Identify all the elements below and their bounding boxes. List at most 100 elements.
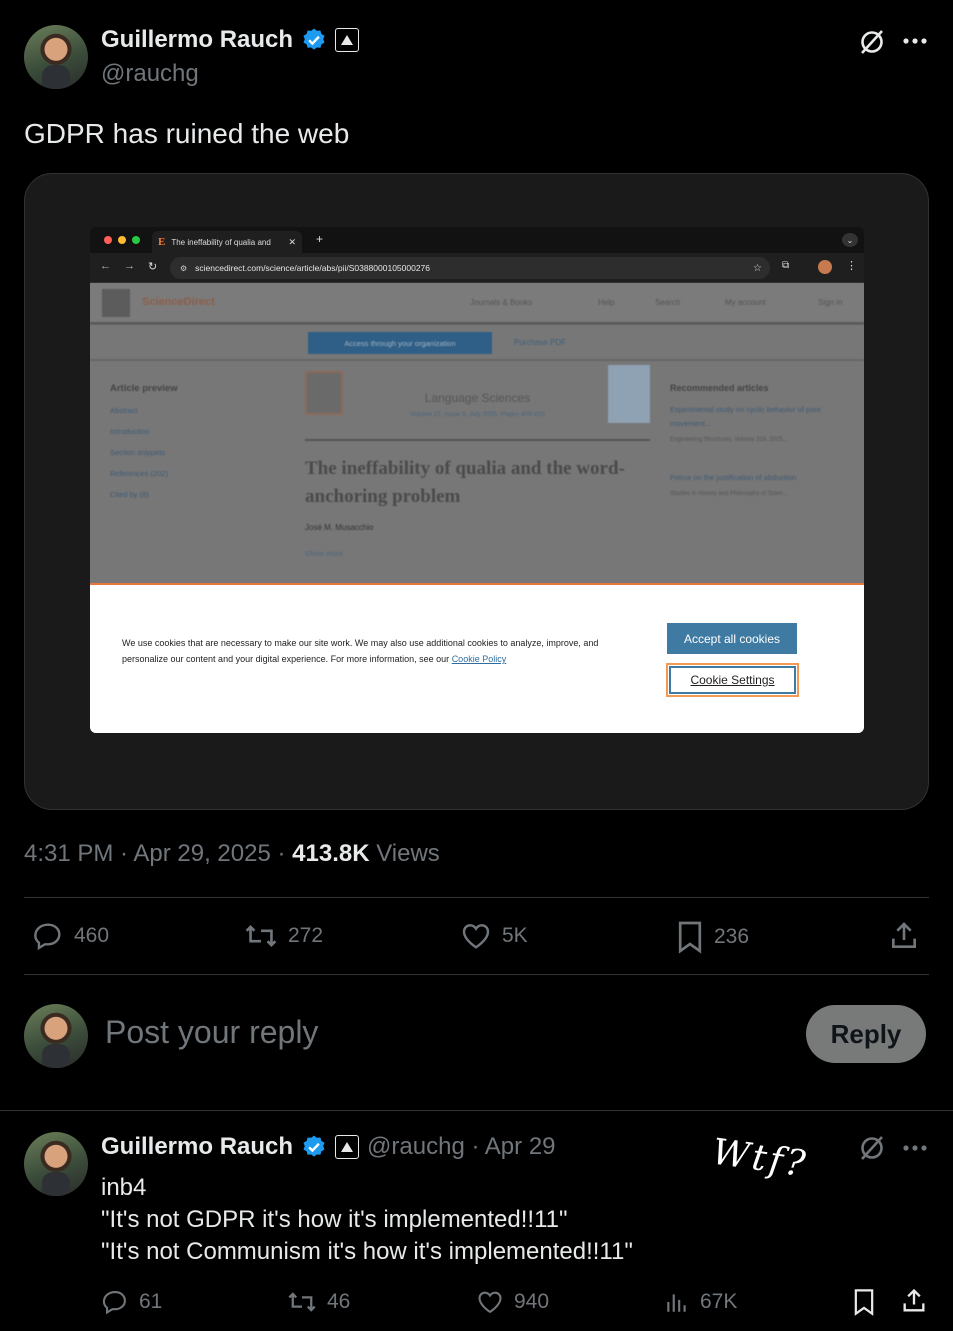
article-divider <box>305 439 650 441</box>
site-header: ScienceDirect Journals & Books Help Sear… <box>90 283 864 325</box>
sidebar-item-snippets[interactable]: Section snippets <box>110 448 280 457</box>
bookmark-action[interactable]: 236 <box>676 920 749 954</box>
cookie-banner: We use cookies that are necessary to mak… <box>90 583 864 733</box>
reply-reply-action[interactable]: 61 <box>101 1288 162 1316</box>
cookie-policy-link[interactable]: Cookie Policy <box>452 654 507 664</box>
site-nav-help[interactable]: Help <box>598 298 614 307</box>
grok-icon[interactable] <box>858 28 886 56</box>
reply-icon <box>34 923 61 951</box>
recommended-item-1[interactable]: Experimental study on cyclic behavior of… <box>670 403 850 431</box>
purchase-pdf-link[interactable]: Purchase PDF <box>514 338 566 347</box>
reply-repost-icon <box>288 1292 316 1312</box>
more-options-icon[interactable] <box>902 37 928 45</box>
reply-grok-icon[interactable] <box>858 1134 886 1162</box>
accept-cookies-button[interactable]: Accept all cookies <box>667 623 797 654</box>
sidebar-item-abstract[interactable]: Abstract <box>110 406 280 415</box>
reply-views-icon <box>667 1294 686 1312</box>
elsevier-logo-icon <box>102 289 130 317</box>
site-nav-account[interactable]: My account <box>725 298 766 307</box>
address-bar[interactable]: ⚙ sciencedirect.com/science/article/abs/… <box>170 257 770 279</box>
cookie-settings-button[interactable]: Cookie Settings <box>666 663 799 697</box>
sidebar-title: Article preview <box>110 383 178 394</box>
access-button[interactable]: Access through your organization <box>308 332 492 354</box>
reply-verified-badge-icon <box>301 1134 327 1160</box>
article-title: The ineffability of qualia and the word-… <box>305 458 625 507</box>
reply-line-2: "It's not GDPR it's how it's implemented… <box>101 1206 568 1233</box>
reload-icon[interactable]: ↻ <box>148 260 157 273</box>
back-icon[interactable]: ← <box>100 260 111 272</box>
site-nav-journals[interactable]: Journals & Books <box>470 298 532 307</box>
tweet-timestamp[interactable]: 4:31 PM · Apr 29, 2025 · <box>24 840 292 867</box>
tab-search-icon[interactable]: ⌄ <box>842 233 858 247</box>
reply-repost-count: 46 <box>327 1290 351 1313</box>
browser-tab-title: The ineffability of qualia and <box>171 237 271 247</box>
views-count: 413.8K <box>292 840 370 867</box>
close-tab-icon[interactable]: ✕ <box>288 237 296 248</box>
share-icon[interactable] <box>888 920 920 952</box>
site-nav-search[interactable]: Search <box>655 298 680 307</box>
reply-more-options-icon[interactable] <box>902 1144 928 1152</box>
sidebar-item-introduction[interactable]: Introduction <box>110 427 280 436</box>
sidebar-item-cited-by[interactable]: Cited by (8) <box>110 490 280 499</box>
browser-toolbar: ← → ↻ ⚙ sciencedirect.com/science/articl… <box>90 253 864 283</box>
recommended-item-1-meta: Engineering Structures, Volume 328, 2025… <box>670 437 788 443</box>
reply-count: 460 <box>74 924 110 947</box>
reply-bookmark-icon[interactable] <box>852 1288 876 1316</box>
reply-affiliate-logo-icon[interactable] <box>335 1135 360 1159</box>
reply-handle-date[interactable]: @rauchg · Apr 29 <box>367 1133 555 1161</box>
site-settings-icon[interactable]: ⚙ <box>180 264 187 273</box>
browser-menu-icon[interactable]: ⋮ <box>846 259 857 272</box>
new-tab-icon[interactable]: + <box>316 232 323 246</box>
bookmark-star-icon[interactable]: ☆ <box>753 263 762 274</box>
address-url: sciencedirect.com/science/article/abs/pi… <box>195 263 431 273</box>
journal-name[interactable]: Language Sciences <box>305 391 650 405</box>
author-name[interactable]: Guillermo Rauch <box>101 26 293 54</box>
reply-author-name[interactable]: Guillermo Rauch <box>101 1133 293 1161</box>
forward-icon[interactable]: → <box>124 260 135 272</box>
elsevier-favicon-icon: E <box>158 236 166 248</box>
journal-cover <box>608 365 650 423</box>
reply-reply-icon <box>102 1291 126 1315</box>
tweet-media[interactable]: E The ineffability of qualia and ✕ + ⌄ ←… <box>24 173 929 810</box>
divider-bottom <box>24 974 929 975</box>
cookie-text-body: We use cookies that are necessary to mak… <box>122 638 599 664</box>
reply-line-3: "It's not Communism it's how it's implem… <box>101 1238 633 1265</box>
affiliate-logo-icon[interactable] <box>335 28 360 52</box>
reply-like-count: 940 <box>514 1290 550 1313</box>
reply-views-action[interactable]: 67K <box>664 1288 737 1316</box>
bookmark-icon <box>678 921 702 954</box>
reply-repost-action[interactable]: 46 <box>287 1288 350 1316</box>
compose-avatar[interactable] <box>24 1004 88 1068</box>
show-more-link[interactable]: Show more <box>305 549 343 558</box>
sidebar-item-references[interactable]: References (202) <box>110 469 280 478</box>
like-action[interactable]: 5K <box>460 920 528 952</box>
recommended-item-2[interactable]: Peirce on the justification of abduction <box>670 471 850 485</box>
browser-tab[interactable]: E The ineffability of qualia and ✕ <box>152 231 302 253</box>
reply-line-1: inb4 <box>101 1174 147 1201</box>
reply-reply-count: 61 <box>139 1290 163 1313</box>
reply-author-avatar[interactable] <box>24 1132 88 1196</box>
reply-like-action[interactable]: 940 <box>476 1288 549 1316</box>
divider-section <box>0 1110 953 1111</box>
extensions-icon[interactable]: ⧉ <box>782 260 789 271</box>
recommended-item-2-meta: Studies in History and Philosophy of Sci… <box>670 491 788 497</box>
site-name[interactable]: ScienceDirect <box>142 296 215 308</box>
reply-action[interactable]: 460 <box>32 920 109 952</box>
reply-like-icon <box>478 1291 502 1314</box>
profile-icon[interactable] <box>818 260 832 274</box>
like-count: 5K <box>502 924 528 947</box>
window-controls <box>104 236 140 244</box>
journal-meta: Volume 27, Issue 5, July 2005, Pages 409… <box>410 411 545 418</box>
sciencedirect-page: ScienceDirect Journals & Books Help Sear… <box>90 283 864 733</box>
site-nav-signin[interactable]: Sign in <box>818 298 842 307</box>
repost-action[interactable]: 272 <box>244 920 323 952</box>
reply-button[interactable]: Reply <box>806 1005 926 1063</box>
verified-badge-icon <box>301 27 327 53</box>
author-handle[interactable]: @rauchg <box>101 60 199 88</box>
like-icon <box>462 924 490 949</box>
article-author[interactable]: José M. Musacchio <box>305 523 373 532</box>
author-avatar[interactable] <box>24 25 88 89</box>
compose-input[interactable]: Post your reply <box>105 1014 318 1051</box>
tweet-meta: 4:31 PM · Apr 29, 2025 · 413.8K Views <box>24 840 440 868</box>
reply-share-icon[interactable] <box>900 1287 928 1315</box>
